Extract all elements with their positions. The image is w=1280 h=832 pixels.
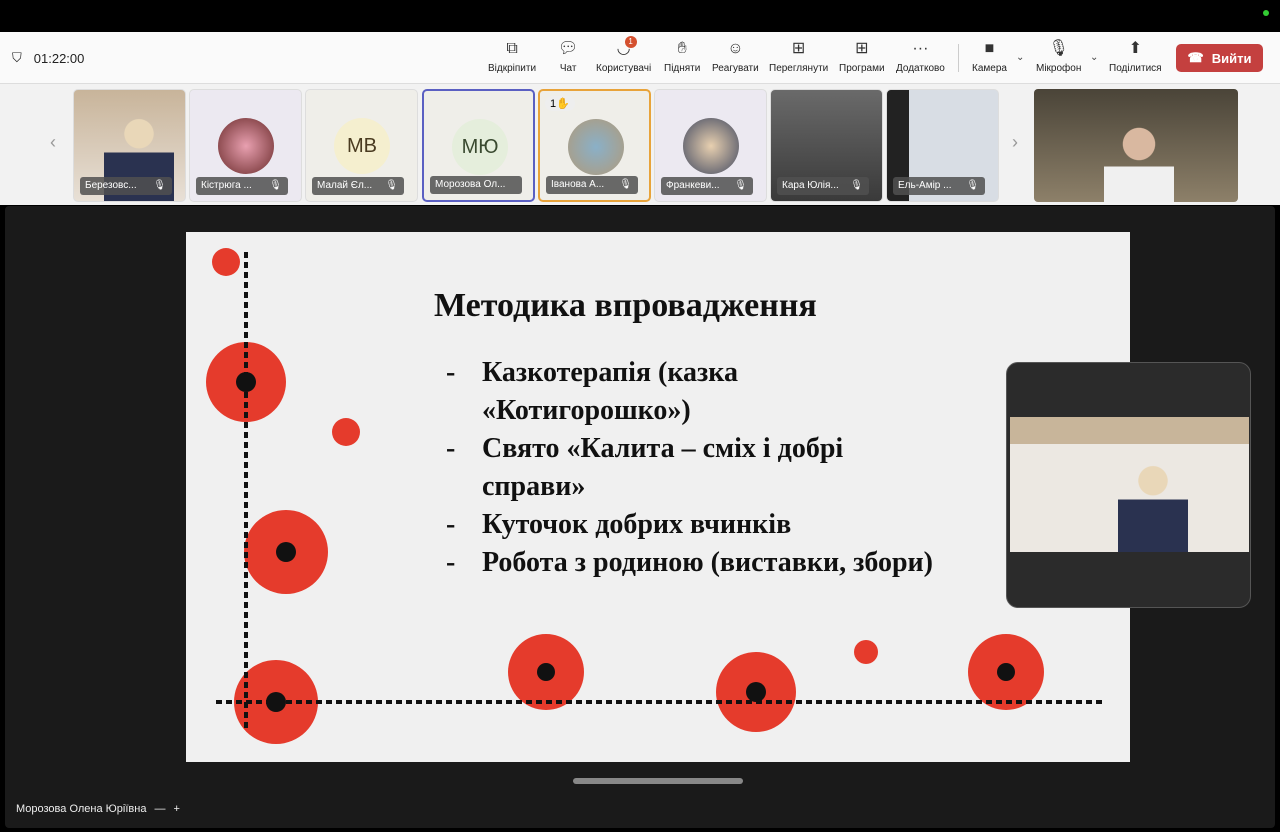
- label: Користувачі: [596, 63, 652, 74]
- react-icon: ☺: [727, 40, 744, 57]
- label: Додатково: [896, 63, 945, 74]
- avatar: МВ: [334, 118, 390, 174]
- apps-icon: ⊞: [855, 40, 869, 57]
- presenter-name: Морозова Олена Юріївна: [16, 803, 147, 815]
- participant-tile[interactable]: МВ Малай Єл... 🎙︎: [305, 89, 418, 202]
- phone-hangup-icon: ☎: [1187, 50, 1204, 65]
- participant-tile[interactable]: Кара Юлія... 🎙︎: [770, 89, 883, 202]
- raised-hand-badge: 1✋: [545, 96, 575, 111]
- microphone-button[interactable]: 🎙︎ Мікрофон: [1036, 40, 1081, 74]
- mic-muted-icon: 🎙︎: [269, 180, 282, 191]
- view-button[interactable]: ⊞ Переглянути: [769, 40, 828, 74]
- presenter-bar: Морозова Олена Юріївна — +: [16, 803, 180, 815]
- participant-name: Кара Юлія... 🎙︎: [777, 177, 869, 195]
- presentation-slide: Методика впровадження Казкотерапія (казк…: [186, 232, 1130, 762]
- meeting-toolbar: ⛉ 01:22:00 ⧉ Відкріпити 💬︎ Чат ◡ 1 Користувач…: [0, 32, 1280, 84]
- share-button[interactable]: ⬆ Поділитися: [1109, 40, 1162, 74]
- zoom-out-button[interactable]: —: [154, 803, 165, 815]
- avatar: [683, 118, 739, 174]
- react-button[interactable]: ☺ Реагувати: [712, 40, 759, 74]
- label: Камера: [972, 63, 1007, 74]
- leave-label: Вийти: [1211, 50, 1252, 66]
- participant-tile[interactable]: МЮ Морозова Ол...: [422, 89, 535, 202]
- participant-name: Малай Єл... 🎙︎: [312, 177, 404, 195]
- chevron-right-icon[interactable]: ›: [1012, 132, 1018, 153]
- label: Програми: [839, 63, 885, 74]
- participant-tile[interactable]: Кістрюга ... 🎙︎: [189, 89, 302, 202]
- mic-muted-icon: 🎙︎: [850, 180, 863, 191]
- apps-button[interactable]: ⊞ Програми: [839, 40, 885, 74]
- label: Поділитися: [1109, 63, 1162, 74]
- slide-list-item: Свято «Калита – сміх і добрі справи»: [446, 430, 896, 506]
- more-button[interactable]: ··· Додатково: [896, 40, 945, 74]
- label: Мікрофон: [1036, 63, 1082, 74]
- shield-icon: ⛉: [12, 50, 22, 65]
- mic-muted-icon: 🎙︎: [385, 180, 398, 191]
- unpin-icon: ⧉: [506, 40, 518, 57]
- participant-name: Іванова А... 🎙︎: [546, 176, 638, 194]
- label: Переглянути: [769, 63, 829, 74]
- timer-text: 01:22:00: [33, 50, 85, 66]
- share-icon: ⬆: [1128, 40, 1142, 57]
- participant-strip: ‹ Березовс... 🎙︎ Кістрюга ... 🎙︎ МВ Малай Є…: [0, 84, 1280, 205]
- participant-tile[interactable]: Франкеви... 🎙︎: [654, 89, 767, 202]
- people-icon: ◡ 1: [617, 36, 637, 58]
- mic-options-chevron-icon[interactable]: ⌄: [1090, 52, 1098, 63]
- camera-button[interactable]: ■ Камера: [972, 40, 1007, 74]
- participant-name: Ель-Амір ... 🎙︎: [893, 177, 985, 195]
- slide-title: Методика впровадження: [434, 287, 817, 324]
- participant-name: Кістрюга ... 🎙︎: [196, 177, 288, 195]
- participant-tile[interactable]: 1✋ Іванова А... 🎙︎: [538, 89, 651, 202]
- slide-list-item: Робота з родиною (виставки, збори): [446, 544, 933, 582]
- slide-list-item: Куточок добрих вчинків: [446, 506, 933, 544]
- slide-list: Казкотерапія (казка «Котигорошко») Свято…: [446, 354, 933, 582]
- label: Чат: [559, 63, 577, 74]
- microphone-icon: 🎙︎: [1048, 40, 1069, 57]
- avatar: МЮ: [452, 119, 508, 175]
- self-view-video: [1010, 417, 1249, 552]
- raise-hand-icon: ✋︎: [677, 40, 687, 57]
- title-bar: [0, 0, 1280, 32]
- divider: [958, 44, 959, 72]
- mic-muted-icon: 🎙︎: [734, 180, 747, 191]
- participant-name: Франкеви... 🎙︎: [661, 177, 753, 195]
- mic-muted-icon: 🎙︎: [153, 180, 166, 191]
- view-icon: ⊞: [791, 40, 806, 57]
- self-view-panel[interactable]: [1006, 362, 1251, 608]
- participant-tile[interactable]: Березовс... 🎙︎: [73, 89, 186, 202]
- avatar: [568, 119, 624, 175]
- label: Відкріпити: [488, 63, 537, 74]
- avatar: [218, 118, 274, 174]
- status-dot: [1263, 10, 1269, 16]
- people-badge: 1: [624, 36, 637, 48]
- label: Підняти: [664, 63, 701, 74]
- scrollbar[interactable]: [573, 778, 743, 784]
- chevron-left-icon[interactable]: ‹: [50, 132, 56, 153]
- label: Реагувати: [712, 63, 759, 74]
- mic-muted-icon: 🎙︎: [619, 179, 632, 190]
- participant-name: Березовс... 🎙︎: [80, 177, 172, 195]
- participant-name: Морозова Ол...: [430, 176, 522, 194]
- meeting-timer: ⛉ 01:22:00: [12, 50, 84, 66]
- more-icon: ···: [912, 40, 929, 57]
- leave-button[interactable]: ☎ Вийти: [1176, 44, 1263, 72]
- participant-tile[interactable]: Ель-Амір ... 🎙︎: [886, 89, 999, 202]
- mic-muted-icon: 🎙︎: [966, 180, 979, 191]
- chat-button[interactable]: 💬︎ Чат: [558, 40, 578, 74]
- chat-icon: 💬︎: [558, 40, 579, 57]
- people-button[interactable]: ◡ 1 Користувачі: [596, 36, 652, 74]
- unpin-button[interactable]: ⧉ Відкріпити: [488, 40, 536, 74]
- camera-icon: ■: [984, 40, 995, 57]
- camera-options-chevron-icon[interactable]: ⌄: [1016, 52, 1024, 63]
- slide-list-item: Казкотерапія (казка «Котигорошко»): [446, 354, 776, 430]
- zoom-in-button[interactable]: +: [173, 803, 179, 815]
- raise-hand-button[interactable]: ✋︎ Підняти: [664, 40, 700, 74]
- active-speaker-video[interactable]: [1034, 89, 1238, 202]
